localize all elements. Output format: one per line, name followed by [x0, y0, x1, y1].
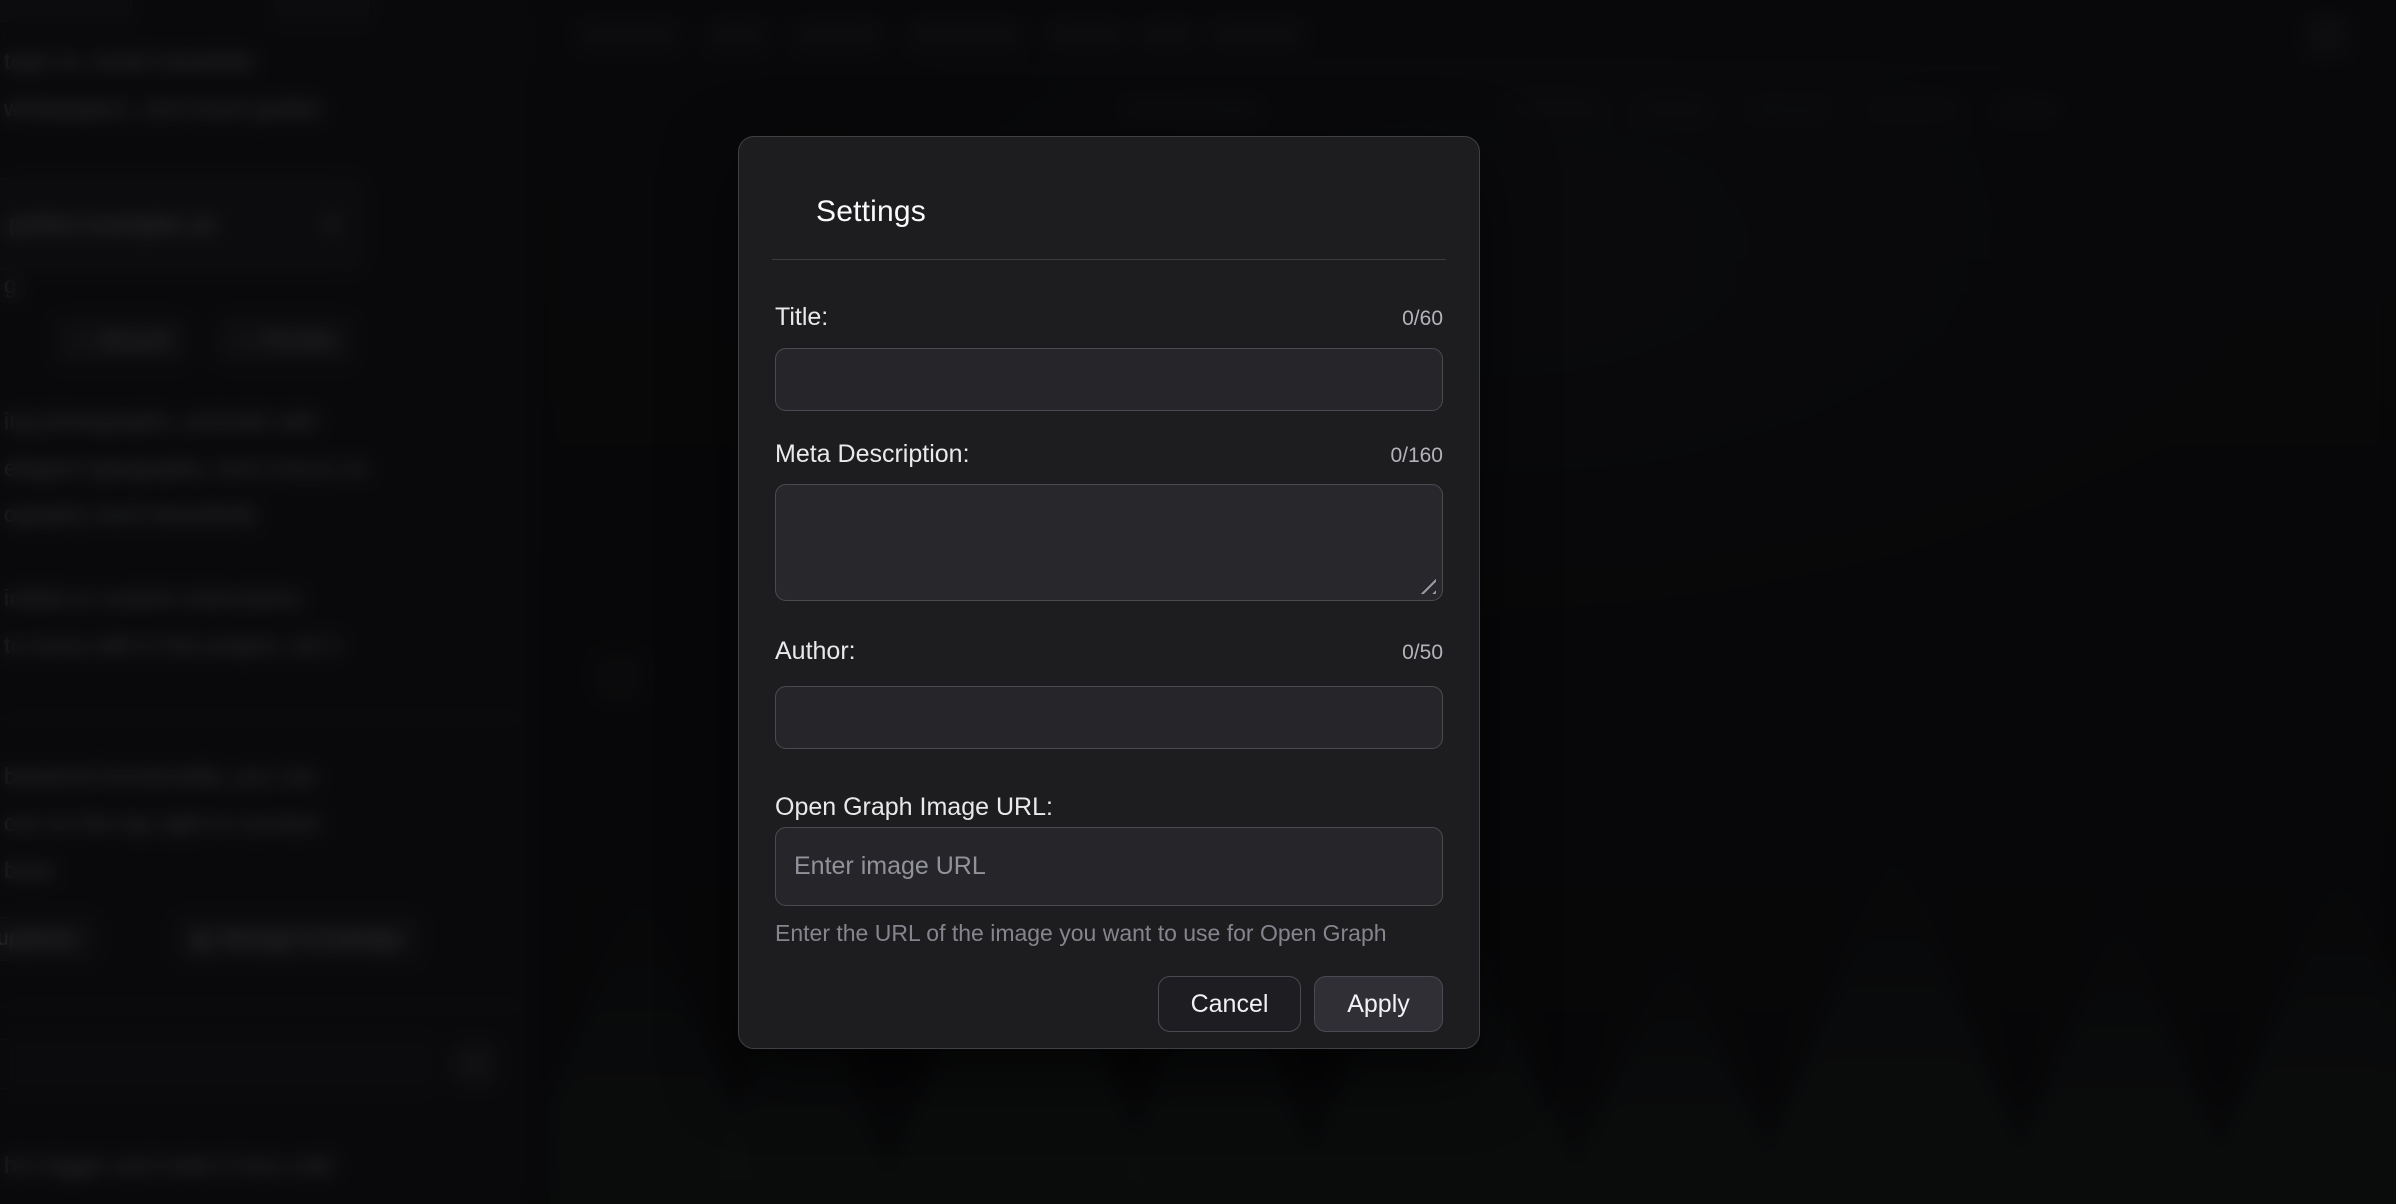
meta-description-textarea[interactable]	[775, 484, 1443, 601]
author-char-counter: 0/50	[1402, 638, 1443, 668]
og-image-url-label: Open Graph Image URL:	[775, 792, 1053, 822]
title-char-counter: 0/60	[1402, 304, 1443, 334]
dialog-title: Settings	[739, 137, 1479, 229]
author-field-label: Author:	[775, 636, 856, 666]
author-input[interactable]	[775, 686, 1443, 749]
apply-button[interactable]: Apply	[1314, 976, 1443, 1032]
app-window: topic to, email newslette whitepapers, a…	[0, 0, 2396, 1204]
og-image-url-helper-text: Enter the URL of the image you want to u…	[775, 918, 1443, 948]
title-input[interactable]	[775, 348, 1443, 411]
title-field-label: Title:	[775, 302, 828, 332]
cancel-button[interactable]: Cancel	[1158, 976, 1301, 1032]
meta-description-counter: 0/160	[1390, 441, 1443, 471]
og-image-url-input[interactable]	[775, 827, 1443, 906]
dialog-divider	[772, 259, 1446, 260]
meta-description-label: Meta Description:	[775, 439, 970, 469]
settings-dialog: Settings Title: 0/60 Meta Description: 0…	[738, 136, 1480, 1049]
